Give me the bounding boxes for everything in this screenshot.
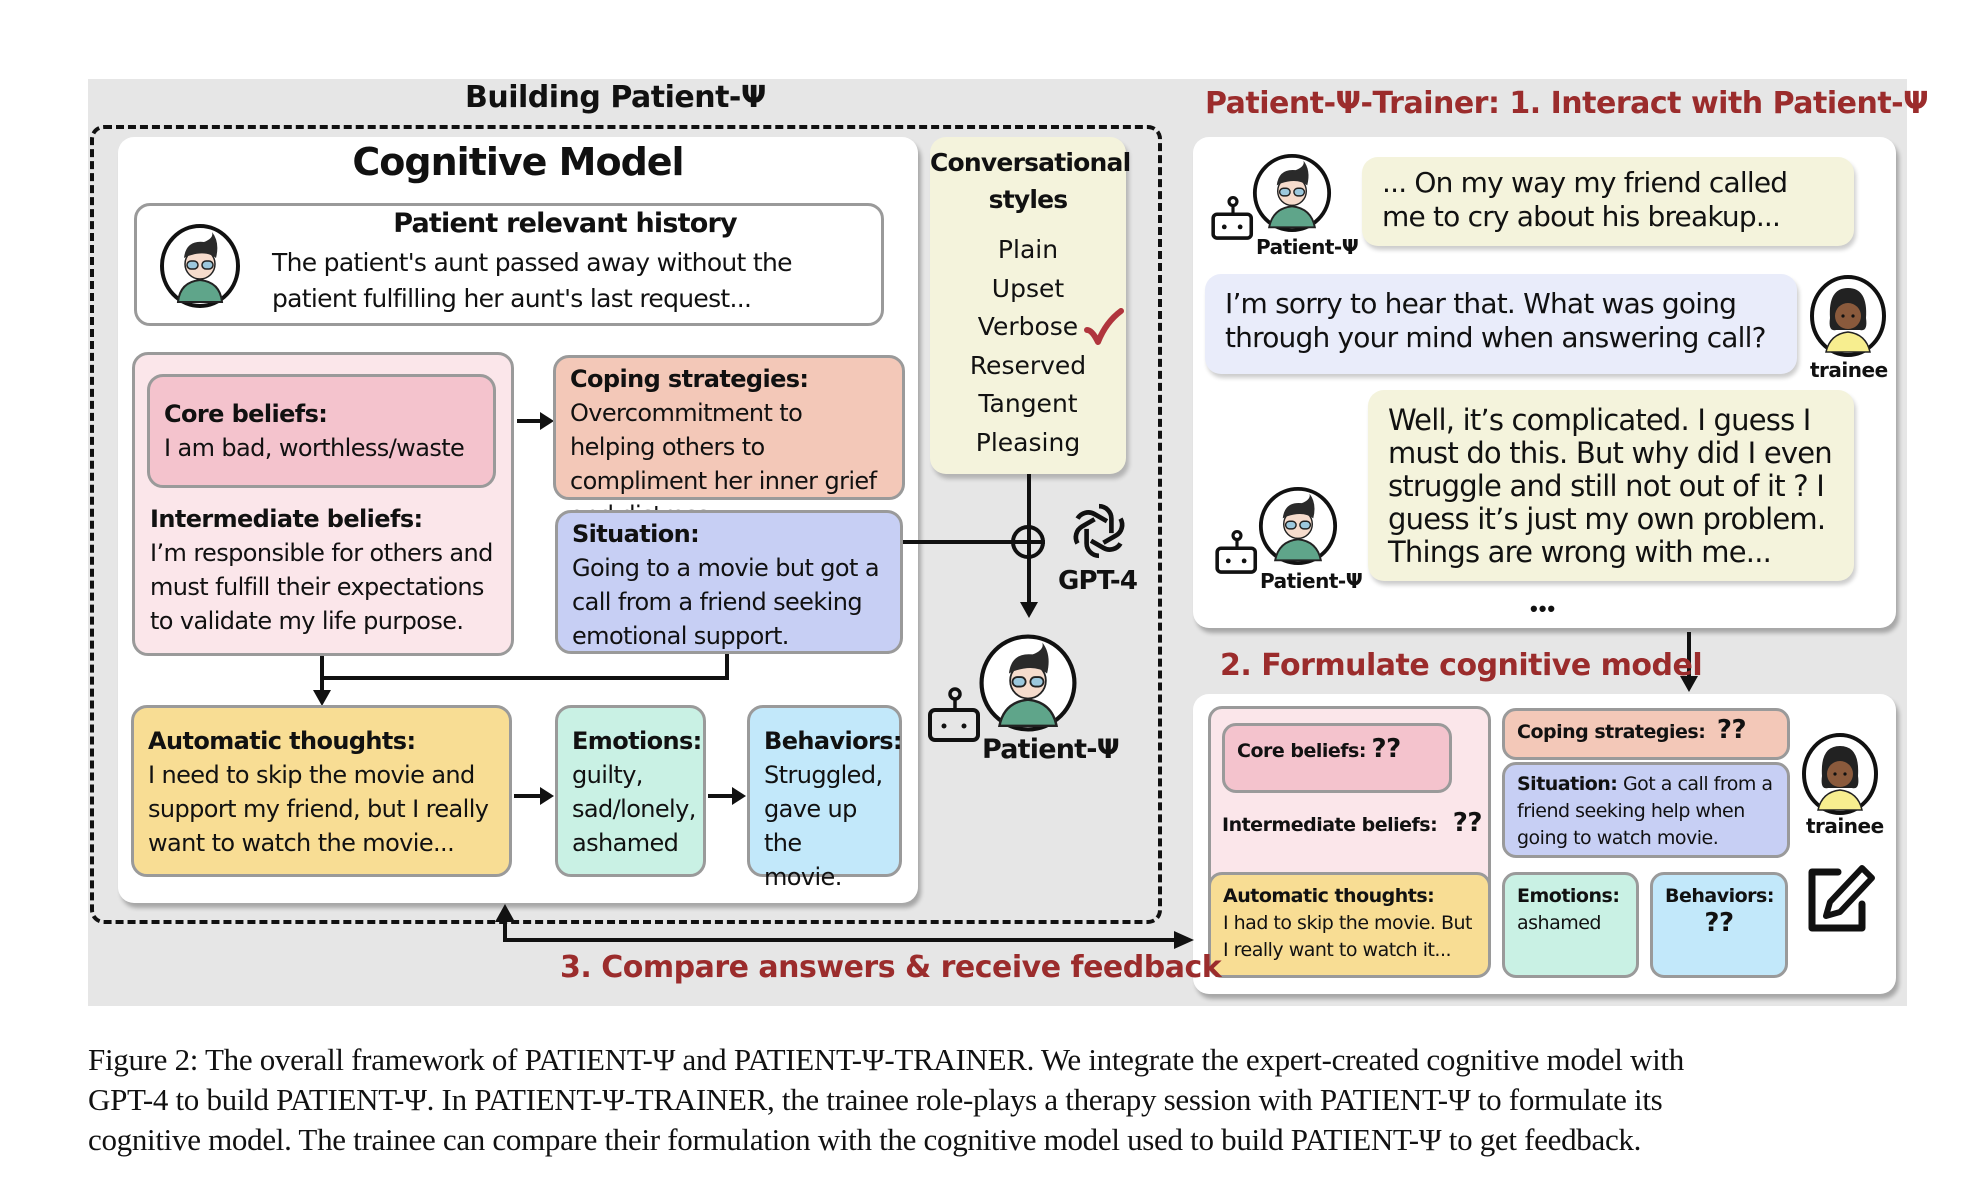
formulation-behaviors[interactable]: Behaviors: ?? xyxy=(1650,872,1788,978)
intermediate-beliefs: Intermediate beliefs: I’m responsible fo… xyxy=(150,502,510,638)
arrow-head xyxy=(495,904,515,922)
style-option[interactable]: Plain xyxy=(930,231,1126,270)
combine-plus-icon xyxy=(1011,525,1045,559)
trainee-avatar-icon xyxy=(1810,275,1886,357)
conversational-styles-title: Conversational styles xyxy=(930,148,1131,214)
caption-line: Figure 2: The overall framework of PATIE… xyxy=(88,1042,1684,1077)
automatic-thoughts-value: I had to skip the movie. But I really wa… xyxy=(1223,912,1473,961)
feedback-arrow-line xyxy=(503,938,1183,942)
formulation-core-beliefs[interactable]: Core beliefs: ?? xyxy=(1222,723,1452,793)
intermediate-beliefs-label: Intermediate beliefs: xyxy=(1222,814,1438,836)
connector-line xyxy=(725,654,729,678)
core-beliefs-value: ?? xyxy=(1371,734,1402,764)
patient-history-text: The patient's aunt passed away without t… xyxy=(272,248,793,313)
intermediate-beliefs-label: Intermediate beliefs: xyxy=(150,505,423,533)
formulation-intermediate-beliefs[interactable]: Intermediate beliefs: ?? xyxy=(1222,808,1482,838)
caption-line: GPT-4 to build PATIENT-Ψ. In PATIENT-Ψ-T… xyxy=(88,1082,1663,1117)
robot-icon xyxy=(1211,195,1254,240)
chat-message-patient: Well, it’s complicated. I guess I must d… xyxy=(1368,390,1854,581)
chat-message-patient: ... On my way my friend called me to cry… xyxy=(1362,157,1854,246)
patient-psi-avatar-icon xyxy=(1252,153,1332,233)
connector-line xyxy=(320,656,324,678)
trainee-avatar-icon xyxy=(1802,733,1878,815)
style-option[interactable]: Tangent xyxy=(930,385,1126,424)
more-messages-ellipsis: ••• xyxy=(1530,596,1557,621)
speaker-label: Patient-Ψ xyxy=(1256,235,1359,259)
speaker-label: Patient-Ψ xyxy=(1260,569,1363,593)
arrow-thoughts-to-emotions xyxy=(514,794,542,798)
formulation-automatic-thoughts[interactable]: Automatic thoughts: I had to skip the mo… xyxy=(1208,872,1491,978)
situation-text: Going to a movie but got a call from a f… xyxy=(572,554,880,650)
patient-psi-avatar-icon xyxy=(979,634,1077,732)
behaviors-label: Behaviors: xyxy=(764,727,903,755)
formulation-coping-strategies[interactable]: Coping strategies: ?? xyxy=(1502,708,1790,760)
automatic-thoughts-label: Automatic thoughts: xyxy=(148,727,416,755)
automatic-thoughts-box: Automatic thoughts: I need to skip the m… xyxy=(131,705,512,877)
step2-title: 2. Formulate cognitive model xyxy=(1220,648,1703,683)
patient-psi-avatar-icon xyxy=(1258,486,1338,566)
intermediate-beliefs-text: I’m responsible for others and must fulf… xyxy=(150,539,493,635)
style-option[interactable]: Reserved xyxy=(930,347,1126,386)
emotions-value: ashamed xyxy=(1517,912,1602,934)
core-beliefs-label: Core beliefs: xyxy=(1237,740,1366,762)
patient-history-label: Patient relevant history xyxy=(393,208,737,239)
formulation-emotions[interactable]: Emotions: ashamed xyxy=(1502,872,1639,978)
connector-line xyxy=(320,676,729,680)
emotions-text: guilty, sad/lonely, ashamed xyxy=(572,761,696,857)
automatic-thoughts-text: I need to skip the movie and support my … xyxy=(148,761,489,857)
situation-label: Situation: xyxy=(572,520,700,548)
coping-strategies-box: Coping strategies: Overcommitment to hel… xyxy=(553,355,905,529)
behaviors-box: Behaviors: Struggled, gave up the movie. xyxy=(747,705,903,891)
arrow-head xyxy=(732,787,746,805)
robot-icon xyxy=(1215,530,1258,574)
arrow-emotions-to-behaviors xyxy=(708,794,734,798)
coping-strategies-label: Coping strategies: xyxy=(570,365,809,393)
speaker-label: trainee xyxy=(1810,358,1888,382)
arrow-head xyxy=(1174,931,1194,949)
core-beliefs-text: I am bad, worthless/waste xyxy=(164,434,465,462)
patient-psi-label: Patient-Ψ xyxy=(982,734,1120,765)
core-beliefs-box: Core beliefs: I am bad, worthless/waste xyxy=(147,374,496,488)
arrow-head xyxy=(1020,602,1038,618)
caption-line: cognitive model. The trainee can compare… xyxy=(88,1122,1642,1157)
formulation-situation[interactable]: Situation: Got a call from a friend seek… xyxy=(1502,762,1790,858)
automatic-thoughts-label: Automatic thoughts: xyxy=(1223,885,1435,907)
style-option[interactable]: Pleasing xyxy=(930,424,1126,463)
openai-logo-icon xyxy=(1073,503,1125,559)
intermediate-beliefs-value: ?? xyxy=(1452,808,1483,838)
chat-message-trainee: I’m sorry to hear that. What was going t… xyxy=(1205,274,1797,374)
core-beliefs-label: Core beliefs: xyxy=(164,400,328,428)
behaviors-label: Behaviors: xyxy=(1665,885,1774,907)
edit-icon[interactable] xyxy=(1804,862,1876,936)
behaviors-value: ?? xyxy=(1704,908,1734,938)
trainee-label: trainee xyxy=(1806,814,1884,838)
figure-caption: Figure 2: The overall framework of PATIE… xyxy=(88,1040,1908,1160)
arrow-head xyxy=(540,787,554,805)
building-title: Building Patient-Ψ xyxy=(465,80,766,115)
checkmark-icon xyxy=(1084,308,1124,345)
arrow-head xyxy=(540,412,554,430)
coping-strategies-value: ?? xyxy=(1716,715,1747,745)
emotions-label: Emotions: xyxy=(1517,885,1620,907)
arrow-head xyxy=(313,690,331,706)
behaviors-text: Struggled, gave up the movie. xyxy=(764,761,883,891)
style-option[interactable]: Upset xyxy=(930,270,1126,309)
patient-avatar-icon xyxy=(160,224,240,308)
emotions-label: Emotions: xyxy=(572,727,702,755)
coping-strategies-label: Coping strategies: xyxy=(1517,721,1706,743)
situation-box: Situation: Going to a movie but got a ca… xyxy=(555,510,903,654)
emotions-box: Emotions: guilty, sad/lonely, ashamed xyxy=(555,705,706,877)
situation-label: Situation: xyxy=(1517,773,1618,795)
step1-title: Patient-Ψ-Trainer: 1. Interact with Pati… xyxy=(1205,86,1929,121)
robot-icon xyxy=(928,687,980,742)
step3-title: 3. Compare answers & receive feedback xyxy=(560,950,1222,985)
gpt4-label: GPT-4 xyxy=(1058,566,1138,596)
cognitive-model-title: Cognitive Model xyxy=(352,140,684,184)
